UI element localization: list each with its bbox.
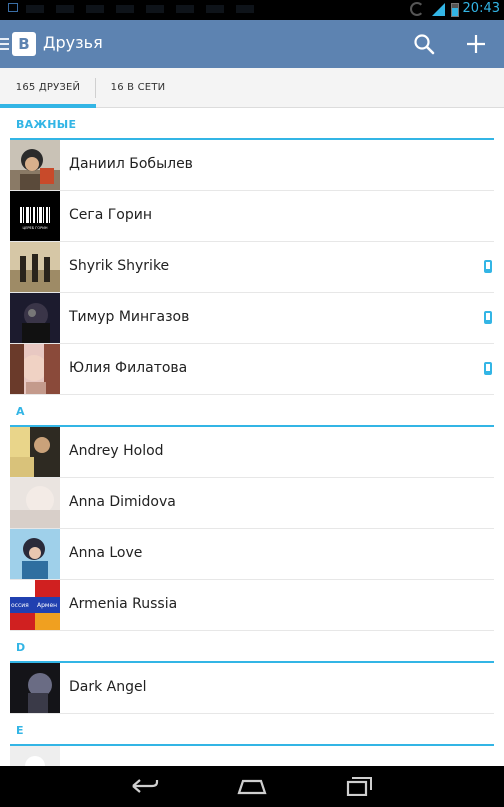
app-bar: В Друзья: [0, 20, 504, 68]
friend-row[interactable]: Тимур Мингазов: [10, 293, 494, 344]
avatar[interactable]: [10, 478, 60, 528]
friend-name: Даниил Бобылев: [69, 156, 193, 172]
friend-row[interactable]: оссия Армен Armenia Russia: [10, 580, 494, 631]
section-title: ВАЖНЫЕ: [16, 118, 77, 131]
friend-name: Armenia Russia: [69, 596, 178, 612]
friend-name: Тимур Мингазов: [69, 309, 190, 325]
friend-row[interactable]: Даниил Бобылев: [10, 140, 494, 191]
friend-row[interactable]: Andrey Holod: [10, 427, 494, 478]
avatar[interactable]: [10, 663, 60, 713]
friend-row[interactable]: ЦЕРЕБ ГОРИН Сега Горин: [10, 191, 494, 242]
back-icon[interactable]: [130, 776, 160, 796]
barcode-caption: ЦЕРЕБ ГОРИН: [22, 226, 47, 230]
screen: 20:43 В Друзья 165 ДРУЗЕЙ 16 В СЕТИ ВАЖН…: [0, 0, 504, 807]
signal-icon: [432, 3, 445, 16]
tab-online[interactable]: 16 В СЕТИ: [96, 68, 180, 108]
section-title: D: [16, 641, 26, 654]
avatar[interactable]: [10, 746, 60, 766]
friends-list[interactable]: ВАЖНЫЕ Даниил Бобылев ЦЕРЕБ ГОРИН Сега Г…: [0, 108, 504, 766]
page-title: Друзья: [43, 33, 103, 52]
avatar[interactable]: оссия Армен: [10, 580, 60, 630]
friend-name: Anna Love: [69, 545, 143, 561]
navigation-bar: [0, 766, 504, 807]
friend-name: Сега Горин: [69, 207, 153, 223]
section-header-e: E: [0, 714, 504, 746]
friend-row[interactable]: Shyrik Shyrike: [10, 242, 494, 293]
friend-name: Dark Angel: [69, 679, 147, 695]
friend-name: Shyrik Shyrike: [69, 258, 170, 274]
flag-right-text: Армен: [37, 602, 57, 609]
friend-name: Anna Dimidova: [69, 494, 176, 510]
section-title: E: [16, 724, 24, 737]
tab-friends[interactable]: 165 ДРУЗЕЙ: [0, 68, 96, 108]
avatar[interactable]: [10, 293, 60, 343]
section-title: A: [16, 405, 25, 418]
friend-row[interactable]: Anna Dimidova: [10, 478, 494, 529]
home-icon[interactable]: [237, 776, 267, 796]
friend-name: Andrey Holod: [69, 443, 164, 459]
notification-icon: [8, 3, 18, 12]
search-icon[interactable]: [412, 32, 436, 56]
tab-bar: 165 ДРУЗЕЙ 16 В СЕТИ: [0, 68, 504, 108]
section-header-d: D: [0, 631, 504, 663]
add-icon[interactable]: [464, 32, 488, 56]
flag-left-text: оссия: [11, 602, 29, 609]
recents-icon[interactable]: [344, 776, 374, 796]
avatar[interactable]: ЦЕРЕБ ГОРИН: [10, 191, 60, 241]
status-bar: 20:43: [0, 0, 504, 20]
avatar[interactable]: [10, 344, 60, 394]
mobile-online-icon: [484, 260, 492, 273]
friend-row[interactable]: Юлия Филатова: [10, 344, 494, 395]
friend-name: Юлия Филатова: [69, 360, 188, 376]
vk-logo[interactable]: В: [12, 32, 36, 56]
friend-row[interactable]: [10, 746, 494, 766]
mobile-online-icon: [484, 311, 492, 324]
sync-icon: [410, 2, 424, 16]
status-icons: [26, 5, 266, 13]
avatar[interactable]: [10, 140, 60, 190]
status-time: 20:43: [462, 1, 500, 16]
friend-row[interactable]: Dark Angel: [10, 663, 494, 714]
battery-icon: [451, 3, 459, 17]
avatar[interactable]: [10, 529, 60, 579]
avatar[interactable]: [10, 242, 60, 292]
menu-icon[interactable]: [0, 38, 9, 50]
section-header-a: A: [0, 395, 504, 427]
section-header-important: ВАЖНЫЕ: [0, 108, 504, 140]
avatar[interactable]: [10, 427, 60, 477]
mobile-online-icon: [484, 362, 492, 375]
friend-row[interactable]: Anna Love: [10, 529, 494, 580]
